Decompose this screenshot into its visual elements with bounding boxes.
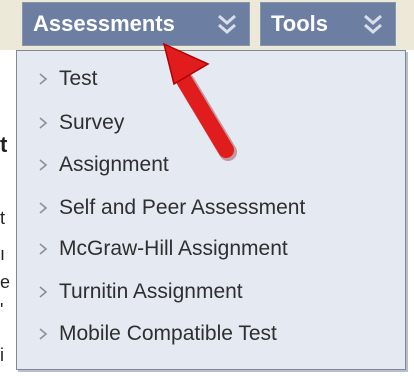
menu-item-turnitin-assignment[interactable]: Turnitin Assignment (37, 276, 243, 308)
chevron-right-icon (39, 328, 48, 340)
page-fragment: t (0, 132, 8, 157)
double-chevron-down-icon (218, 14, 236, 34)
menu-item-mobile-compatible-test[interactable]: Mobile Compatible Test (37, 318, 277, 350)
menu-item-label: Test (59, 67, 98, 90)
menu-item-label: Turnitin Assignment (59, 280, 243, 303)
red-arrow-pointer-icon (162, 42, 237, 161)
menu-item-label: Mobile Compatible Test (59, 322, 277, 345)
page-fragment: t (0, 208, 6, 228)
menu-item-assignment[interactable]: Assignment (37, 149, 169, 181)
chevron-right-icon (39, 159, 48, 171)
chevron-right-icon (39, 243, 48, 255)
chevron-right-icon (39, 202, 48, 214)
menu-item-label: Self and Peer Assessment (59, 196, 306, 219)
page-fragment: ' (0, 300, 4, 320)
menu-item-survey[interactable]: Survey (37, 107, 124, 139)
chevron-right-icon (39, 286, 48, 298)
tab-assessments-label: Assessments (33, 11, 175, 36)
menu-item-label: Survey (59, 111, 125, 134)
chevron-right-icon (39, 73, 48, 85)
menu-item-label: McGraw-Hill Assignment (59, 237, 288, 260)
page-fragment: ı (0, 244, 6, 264)
page-fragment: e (0, 272, 11, 292)
double-chevron-down-icon (364, 14, 382, 34)
page-fragment: i (0, 345, 4, 365)
menu-item-self-and-peer-assessment[interactable]: Self and Peer Assessment (37, 192, 305, 224)
tab-tools[interactable]: Tools (260, 2, 396, 46)
chevron-right-icon (39, 117, 48, 129)
menu-item-mcgraw-hill-assignment[interactable]: McGraw-Hill Assignment (37, 233, 288, 265)
menu-item-test[interactable]: Test (37, 63, 98, 95)
tab-tools-label: Tools (271, 11, 329, 36)
page-background (0, 88, 10, 102)
